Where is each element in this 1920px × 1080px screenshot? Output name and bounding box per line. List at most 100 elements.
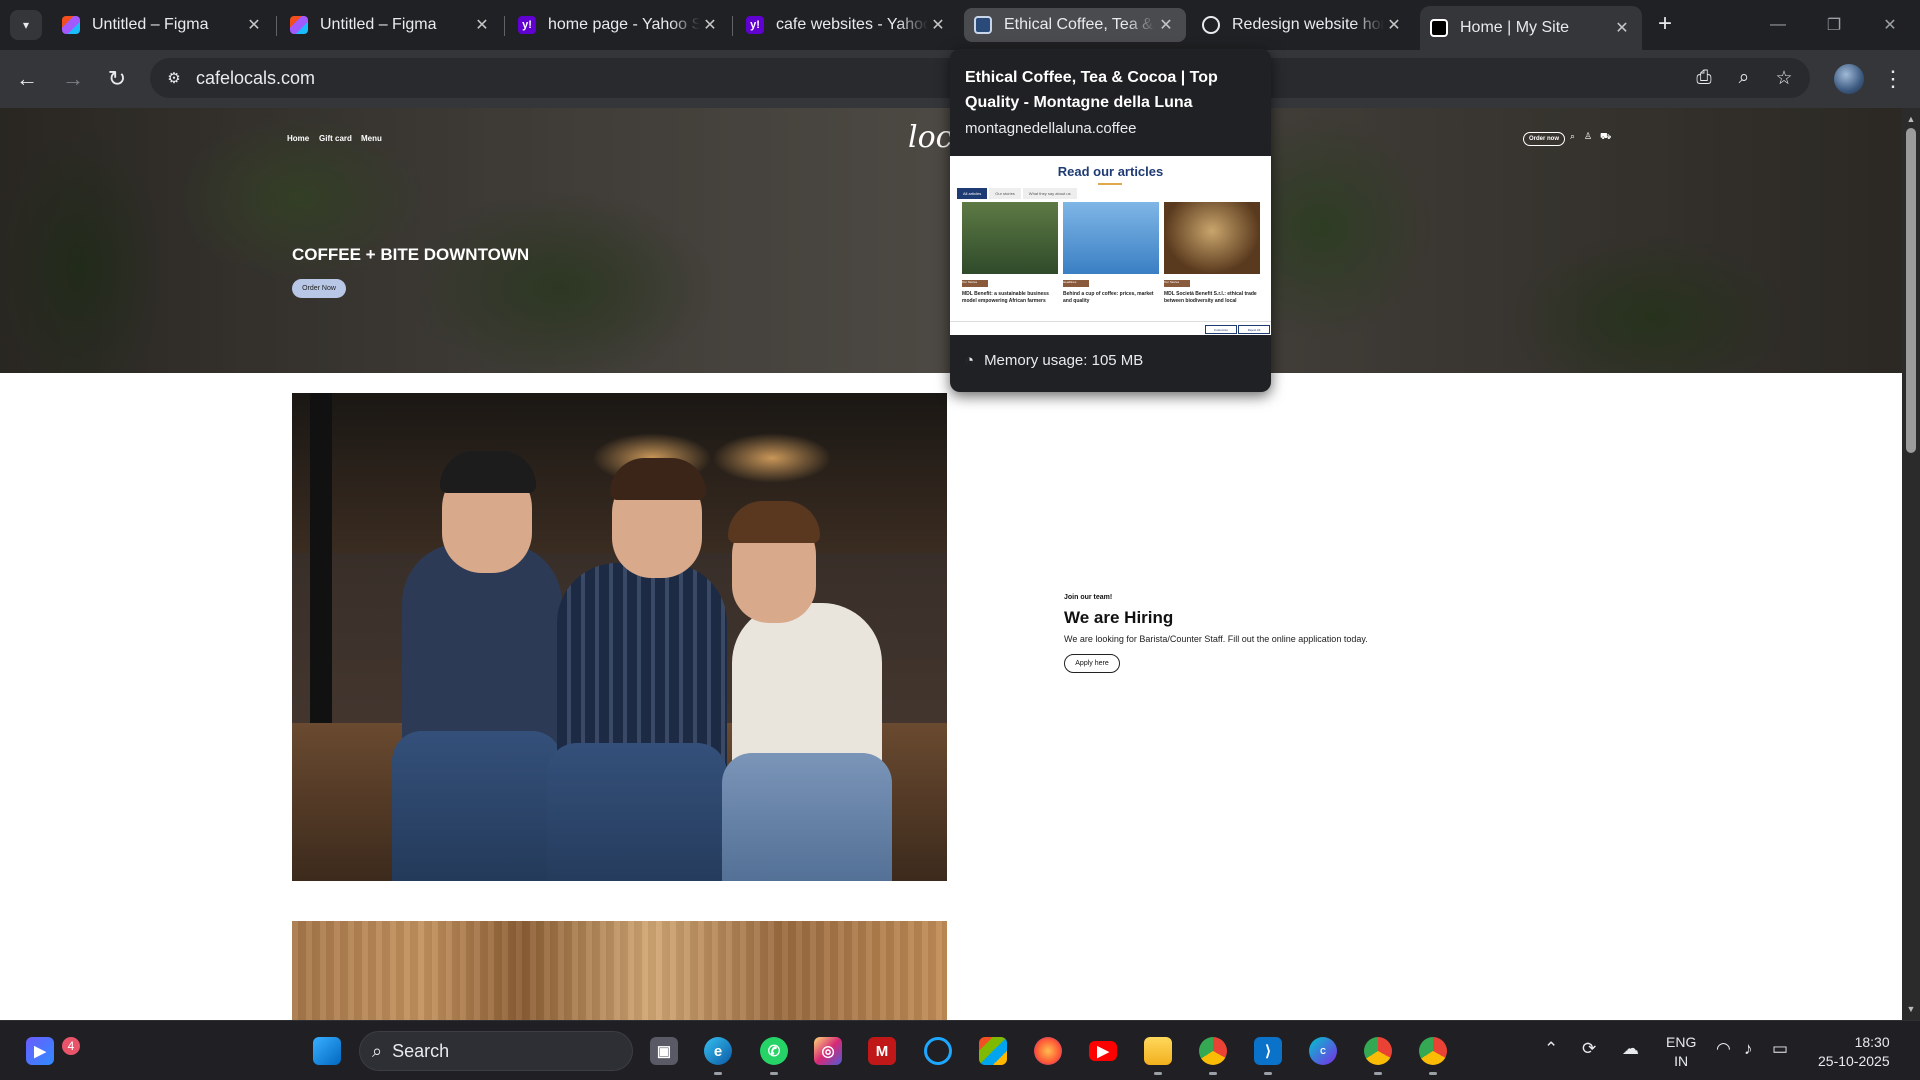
tab-title: Untitled – Figma bbox=[92, 16, 209, 33]
new-tab-button[interactable]: + bbox=[1650, 8, 1680, 40]
search-icon[interactable]: ⌕ bbox=[1570, 131, 1575, 142]
task-view-button[interactable]: ▣ bbox=[646, 1033, 682, 1069]
close-icon[interactable]: ✕ bbox=[1612, 18, 1632, 38]
wifi-icon[interactable]: ◠ bbox=[1716, 1039, 1731, 1059]
clock[interactable]: 18:30 25-10-2025 bbox=[1818, 1033, 1890, 1071]
figma-icon bbox=[290, 16, 308, 34]
taskbar-cortana[interactable] bbox=[920, 1033, 956, 1069]
nav-home[interactable]: Home bbox=[287, 134, 309, 143]
nav-gift-card[interactable]: Gift card bbox=[319, 134, 352, 143]
zoom-icon[interactable]: ⌕ bbox=[1730, 64, 1758, 92]
sync-icon[interactable]: ⟳ bbox=[1582, 1039, 1596, 1059]
site-logo[interactable]: loc bbox=[908, 120, 952, 155]
running-indicator bbox=[770, 1072, 778, 1075]
memory-icon: ◔ bbox=[965, 352, 975, 369]
tab-ethical-coffee[interactable]: Ethical Coffee, Tea & Cocoa ✕ bbox=[964, 8, 1186, 42]
person-left-jeans bbox=[392, 731, 562, 881]
edge-icon: e bbox=[704, 1037, 732, 1065]
tab-figma-1[interactable]: Untitled – Figma ✕ bbox=[52, 8, 274, 42]
scroll-down-arrow[interactable]: ▼ bbox=[1906, 1004, 1916, 1014]
preview-article-card: Headlines Behind a cup of coffee: prices… bbox=[1063, 202, 1159, 314]
volume-icon[interactable]: ♪ bbox=[1744, 1039, 1753, 1059]
install-app-icon[interactable]: ⎙ bbox=[1690, 64, 1718, 92]
taskbar-chrome-2[interactable] bbox=[1415, 1033, 1451, 1075]
preview-tab: What they say about us bbox=[1022, 188, 1077, 199]
close-icon[interactable]: ✕ bbox=[928, 15, 948, 35]
person-right-hair bbox=[728, 501, 820, 543]
tab-yahoo-cafe[interactable]: y! cafe websites - Yahoo Search ✕ bbox=[736, 8, 958, 42]
taskbar-search-label: Search bbox=[392, 1040, 450, 1061]
user-icon[interactable]: ♙ bbox=[1584, 131, 1592, 142]
taskbar-whatsapp[interactable]: ✆ bbox=[756, 1033, 792, 1075]
order-now-header-button[interactable]: Order now bbox=[1523, 132, 1565, 146]
menu-kebab-icon[interactable]: ⋮ bbox=[1876, 62, 1910, 96]
yahoo-icon: y! bbox=[518, 16, 536, 34]
hero-order-button[interactable]: Order Now bbox=[292, 279, 346, 298]
tab-yahoo-home[interactable]: y! home page - Yahoo Search ✕ bbox=[508, 8, 730, 42]
hiring-text: We are looking for Barista/Counter Staff… bbox=[1064, 634, 1368, 644]
running-indicator bbox=[1264, 1072, 1272, 1075]
taskbar-vscode[interactable]: ⟩ bbox=[1250, 1033, 1286, 1075]
taskbar-chrome-profile[interactable] bbox=[1195, 1033, 1231, 1075]
reload-button[interactable]: ↻ bbox=[100, 62, 134, 96]
article-chip: Headlines bbox=[1063, 280, 1089, 287]
hiring-kicker: Join our team! bbox=[1064, 594, 1113, 601]
notification-badge: 4 bbox=[62, 1037, 80, 1055]
restore-button[interactable]: ❐ bbox=[1806, 0, 1862, 50]
article-title: MDL Società Benefit S.r.l.: ethical trad… bbox=[1164, 291, 1257, 304]
article-image bbox=[1164, 202, 1260, 274]
language-indicator[interactable]: ENG IN bbox=[1666, 1033, 1696, 1071]
onedrive-cloud-icon[interactable]: ☁ bbox=[1622, 1039, 1639, 1059]
taskbar-edge[interactable]: e bbox=[700, 1033, 736, 1075]
region-code: IN bbox=[1674, 1053, 1689, 1069]
close-icon[interactable]: ✕ bbox=[244, 15, 264, 35]
folder-icon bbox=[1144, 1037, 1172, 1065]
bookmark-star-icon[interactable]: ☆ bbox=[1770, 64, 1798, 92]
battery-icon[interactable]: ▭ bbox=[1772, 1039, 1788, 1059]
scroll-up-arrow[interactable]: ▲ bbox=[1906, 114, 1916, 124]
running-indicator bbox=[1154, 1072, 1162, 1075]
minimize-button[interactable]: ― bbox=[1750, 0, 1806, 50]
taskbar-mcafee[interactable]: M bbox=[864, 1033, 900, 1069]
taskbar-instagram[interactable]: ◎ bbox=[810, 1033, 846, 1069]
widgets-app[interactable]: ▶ 4 bbox=[22, 1033, 80, 1069]
tab-home-my-site[interactable]: Home | My Site ✕ bbox=[1420, 6, 1642, 50]
preview-underline bbox=[1098, 183, 1122, 185]
profile-avatar[interactable] bbox=[1834, 64, 1864, 94]
hover-card-title: Ethical Coffee, Tea & Cocoa | Top Qualit… bbox=[965, 69, 1218, 111]
taskbar-store[interactable] bbox=[975, 1033, 1011, 1069]
tab-figma-2[interactable]: Untitled – Figma ✕ bbox=[280, 8, 502, 42]
site-info-icon[interactable]: ⚙ bbox=[160, 64, 188, 92]
close-icon[interactable]: ✕ bbox=[472, 15, 492, 35]
running-indicator bbox=[1209, 1072, 1217, 1075]
preview-tab: Our stories bbox=[989, 188, 1021, 199]
chevron-up-icon[interactable]: ⌃ bbox=[1544, 1039, 1558, 1059]
yahoo-icon: y! bbox=[746, 16, 764, 34]
apply-here-button[interactable]: Apply here bbox=[1064, 654, 1120, 673]
window-close-button[interactable]: ✕ bbox=[1862, 0, 1918, 50]
preview-consent-bar: Customize Reject All bbox=[950, 321, 1271, 335]
cart-icon[interactable]: ⛟ bbox=[1600, 131, 1611, 143]
nav-menu[interactable]: Menu bbox=[361, 134, 382, 143]
running-indicator bbox=[1429, 1072, 1437, 1075]
close-icon[interactable]: ✕ bbox=[1384, 15, 1404, 35]
forward-button[interactable]: → bbox=[56, 62, 90, 96]
tab-search-button[interactable]: ▾ bbox=[10, 10, 42, 40]
tab-redesign[interactable]: Redesign website home ✕ bbox=[1192, 8, 1414, 42]
url-text[interactable]: cafelocals.com bbox=[196, 68, 315, 89]
taskbar-file-explorer[interactable] bbox=[1140, 1033, 1176, 1075]
start-button[interactable] bbox=[309, 1033, 345, 1069]
taskbar-canva[interactable]: C bbox=[1305, 1033, 1341, 1069]
consent-reject: Reject All bbox=[1238, 325, 1270, 334]
taskbar-search[interactable]: ⌕ Search bbox=[359, 1031, 633, 1071]
circle-app-icon bbox=[924, 1037, 952, 1065]
scroll-thumb[interactable] bbox=[1906, 128, 1916, 453]
taskbar-firefox[interactable] bbox=[1030, 1033, 1066, 1069]
close-icon[interactable]: ✕ bbox=[700, 15, 720, 35]
back-button[interactable]: ← bbox=[10, 62, 44, 96]
taskbar-youtube[interactable]: ▶ bbox=[1085, 1033, 1121, 1069]
page-scrollbar[interactable]: ▲ ▼ bbox=[1902, 108, 1920, 1020]
taskbar-chrome[interactable] bbox=[1360, 1033, 1396, 1075]
close-icon[interactable]: ✕ bbox=[1156, 15, 1176, 35]
whatsapp-icon: ✆ bbox=[760, 1037, 788, 1065]
